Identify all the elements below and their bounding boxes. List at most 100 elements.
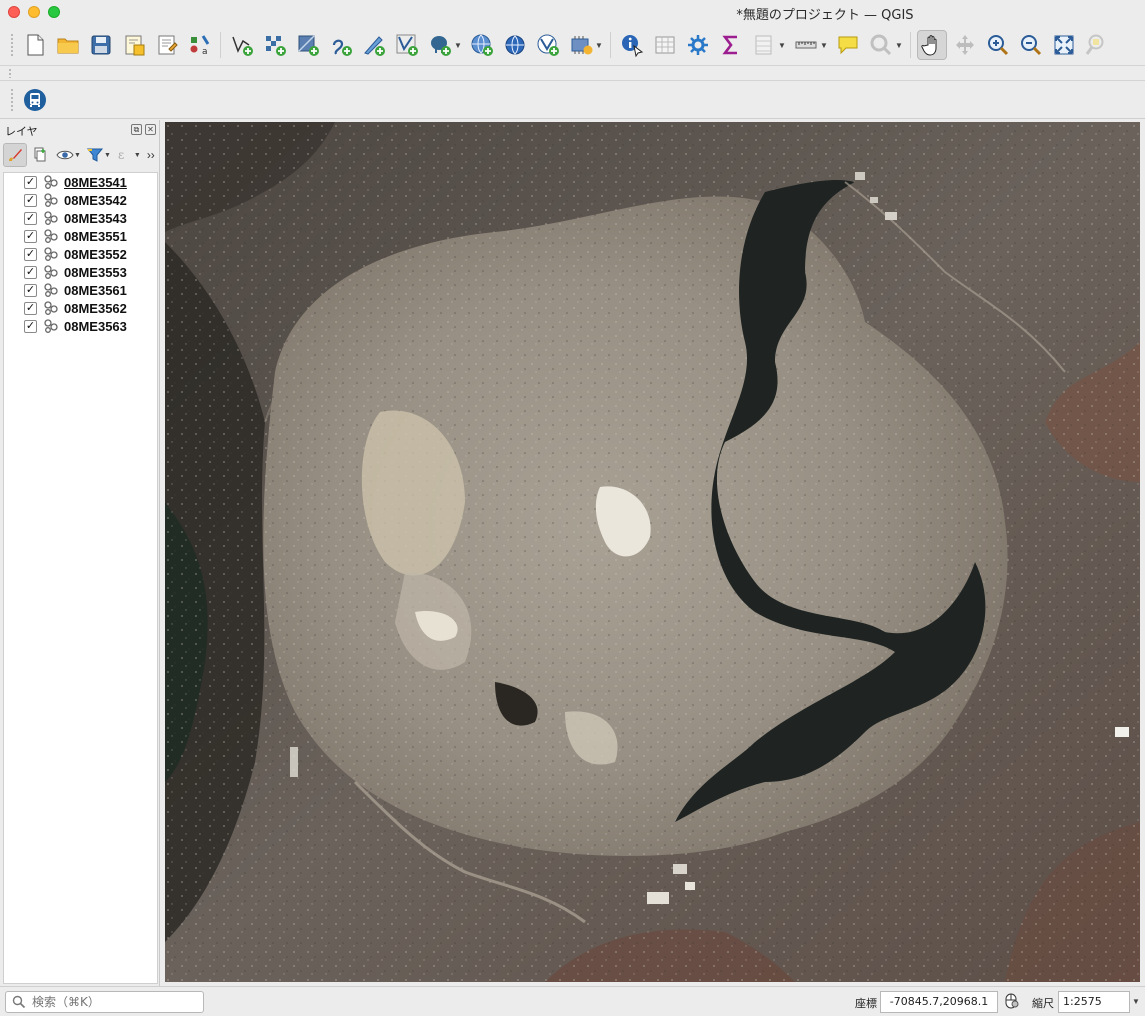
toolbar-grip[interactable] [8, 68, 12, 78]
toolbar-separator [220, 32, 221, 58]
map-tips-button[interactable] [833, 30, 863, 60]
toolbox-button[interactable] [683, 30, 713, 60]
close-window-button[interactable] [8, 6, 20, 18]
select-features-button[interactable] [866, 30, 896, 60]
toolbar-grip[interactable] [10, 33, 14, 57]
new-virtual-layer-button[interactable] [392, 30, 422, 60]
add-vector-tile-button[interactable] [533, 30, 563, 60]
layer-item[interactable]: ✓ 08ME3543 [4, 209, 157, 227]
paintbrush-icon [9, 149, 22, 161]
save-project-button[interactable] [86, 30, 116, 60]
mouse-coordinate-icon[interactable] [1003, 992, 1019, 1013]
pan-map-button[interactable] [916, 30, 947, 60]
zoom-to-selection-button[interactable] [1082, 30, 1112, 60]
new-vector-layer-button[interactable] [227, 30, 257, 60]
bus-icon [23, 89, 46, 111]
open-field-calculator-button[interactable] [749, 30, 779, 60]
layer-item[interactable]: ✓ 08ME3551 [4, 227, 157, 245]
zoom-window-button[interactable] [48, 6, 60, 18]
new-vector-layer-icon [231, 36, 253, 56]
statistics-button[interactable] [716, 30, 746, 60]
chevron-down-icon[interactable]: ▼ [778, 41, 786, 50]
add-wfs-layer-button[interactable] [500, 30, 530, 60]
scratch-layer-icon [332, 39, 352, 56]
toolbar-separator [910, 32, 911, 58]
gtfs-plugin-button[interactable] [20, 85, 50, 115]
info-cursor-icon [621, 35, 643, 57]
layer-visibility-checkbox[interactable]: ✓ [24, 319, 37, 333]
chevron-down-icon[interactable]: ▼ [104, 152, 111, 159]
chevron-down-icon[interactable]: ▼ [1132, 997, 1140, 1006]
layer-visibility-checkbox[interactable]: ✓ [24, 229, 37, 243]
layer-item[interactable]: ✓ 08ME3541 [4, 173, 157, 191]
coordinate-field[interactable]: -70845.7,20968.1 [880, 991, 998, 1013]
vector-layer-icon [43, 192, 59, 208]
scale-label: 縮尺 [1032, 997, 1054, 1010]
search-input[interactable] [32, 994, 197, 1010]
print-layout-icon [125, 35, 144, 56]
toolbar-grip[interactable] [10, 88, 14, 112]
sigma-icon [721, 35, 737, 55]
add-raster-layer-button[interactable] [566, 30, 596, 60]
chevron-down-icon[interactable]: ▼ [134, 152, 141, 159]
scale-combo[interactable]: 1:2575 [1058, 991, 1130, 1013]
zoom-in-button[interactable] [983, 30, 1013, 60]
save-icon [91, 35, 110, 55]
new-spatialite-layer-button[interactable] [293, 30, 323, 60]
add-group-button[interactable] [28, 143, 52, 167]
chevron-down-icon[interactable]: ▼ [820, 41, 828, 50]
layer-item[interactable]: ✓ 08ME3542 [4, 191, 157, 209]
style-manager-button[interactable]: a [185, 30, 215, 60]
style-layer-button[interactable] [3, 143, 27, 167]
open-project-button[interactable] [53, 30, 83, 60]
measure-line-button[interactable] [791, 30, 821, 60]
float-panel-icon[interactable]: ⧉ [131, 124, 142, 135]
new-print-layout-button[interactable] [119, 30, 149, 60]
main-toolbar: a ▼ ▼ ▼ ▼ ▼ [0, 25, 1145, 65]
chevron-down-icon[interactable]: ▼ [595, 41, 603, 50]
eye-icon [56, 150, 74, 160]
toolbar-separator [610, 32, 611, 58]
layout-manager-button[interactable] [152, 30, 182, 60]
layer-item[interactable]: ✓ 08ME3552 [4, 245, 157, 263]
layer-visibility-checkbox[interactable]: ✓ [24, 193, 37, 207]
add-wms-layer-button[interactable] [467, 30, 497, 60]
globe-icon [471, 34, 493, 56]
map-canvas[interactable] [165, 122, 1140, 982]
layer-visibility-checkbox[interactable]: ✓ [24, 301, 37, 315]
chevron-down-icon[interactable]: ▼ [895, 41, 903, 50]
layer-item[interactable]: ✓ 08ME3561 [4, 281, 157, 299]
locator-search[interactable] [5, 991, 204, 1013]
new-temporary-layer-button[interactable] [326, 30, 356, 60]
layer-name: 08ME3543 [64, 210, 127, 226]
layer-visibility-checkbox[interactable]: ✓ [24, 247, 37, 261]
plugin-toolbar [0, 82, 1145, 119]
close-panel-icon[interactable]: ✕ [145, 124, 156, 135]
new-geopackage-layer-button[interactable] [260, 30, 290, 60]
layer-visibility-checkbox[interactable]: ✓ [24, 175, 37, 189]
zoom-out-icon [1020, 35, 1041, 56]
layer-visibility-checkbox[interactable]: ✓ [24, 265, 37, 279]
new-project-button[interactable] [20, 30, 50, 60]
chevron-down-icon[interactable]: ▼ [454, 41, 462, 50]
layer-visibility-checkbox[interactable]: ✓ [24, 283, 37, 297]
chevron-down-icon[interactable]: ▼ [74, 152, 81, 159]
aerial-imagery [165, 122, 1140, 982]
layer-name: 08ME3541 [64, 174, 127, 190]
globe-icon [505, 35, 524, 55]
postgis-layer-button[interactable] [425, 30, 455, 60]
more-tools-icon[interactable]: ›› [147, 148, 155, 162]
zoom-full-button[interactable] [1049, 30, 1079, 60]
pan-to-selection-button[interactable] [950, 30, 980, 60]
new-mesh-layer-button[interactable] [359, 30, 389, 60]
layer-item[interactable]: ✓ 08ME3553 [4, 263, 157, 281]
zoom-out-button[interactable] [1016, 30, 1046, 60]
layer-item[interactable]: ✓ 08ME3562 [4, 299, 157, 317]
layer-name: 08ME3553 [64, 264, 127, 280]
elephant-icon [430, 36, 451, 56]
identify-features-button[interactable] [617, 30, 647, 60]
layer-item[interactable]: ✓ 08ME3563 [4, 317, 157, 335]
layer-visibility-checkbox[interactable]: ✓ [24, 211, 37, 225]
attribute-table-button[interactable] [650, 30, 680, 60]
minimize-window-button[interactable] [28, 6, 40, 18]
